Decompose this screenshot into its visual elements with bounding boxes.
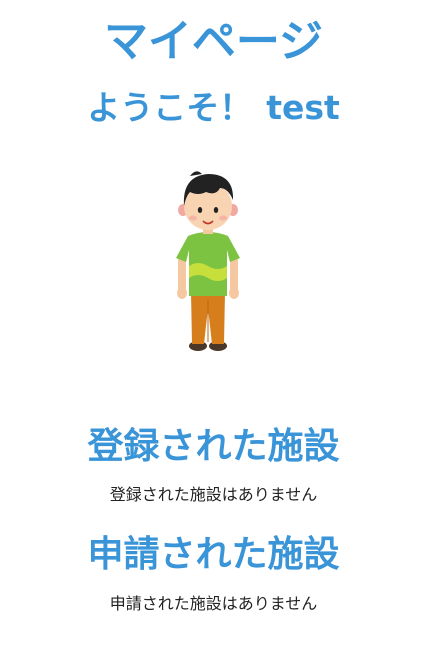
welcome-prefix: ようこそ！ <box>87 88 253 127</box>
username: test <box>266 88 340 127</box>
page-title: マイページ <box>103 16 324 67</box>
my-page: マイページ ようこそ！ test 登録された施設 登録された施設はありません 申… <box>0 0 427 649</box>
applied-facilities-empty-message: 申請された施設はありません <box>109 594 318 613</box>
boy-avatar-icon <box>176 171 240 351</box>
avatar <box>170 166 246 354</box>
welcome-message: ようこそ！ test <box>0 86 427 130</box>
registered-facilities-empty-message: 登録された施設はありません <box>109 485 318 504</box>
applied-facilities-heading: 申請された施設 <box>87 534 340 575</box>
registered-facilities-heading: 登録された施設 <box>87 426 340 467</box>
